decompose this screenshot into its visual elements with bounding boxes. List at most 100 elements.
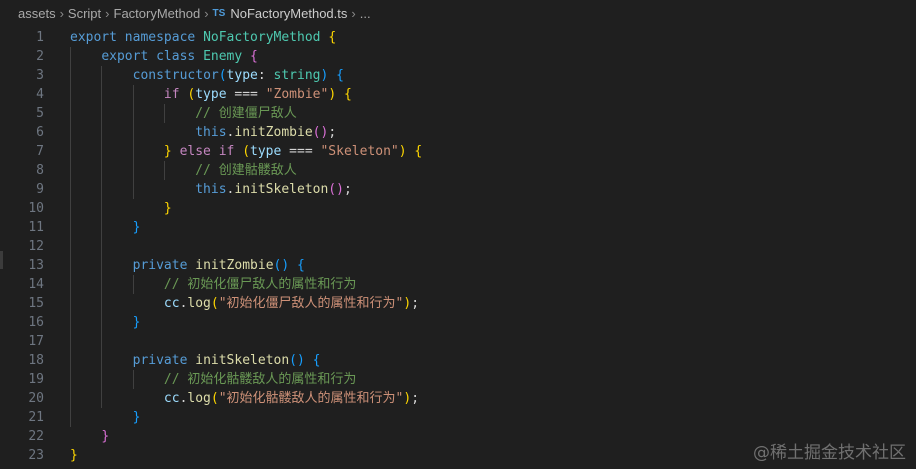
code-line[interactable]: 1 export namespace NoFactoryMethod { xyxy=(0,28,916,47)
code-token: === xyxy=(226,87,266,102)
code-token: initSkeleton xyxy=(195,353,290,368)
code-line[interactable]: 12 xyxy=(0,237,916,256)
code-line[interactable]: 17 xyxy=(0,332,916,351)
indent-guide xyxy=(132,85,134,199)
code-token: } xyxy=(132,220,141,235)
code-token: { xyxy=(297,258,305,273)
line-number: 20 xyxy=(28,391,44,406)
code-token: initZombie xyxy=(234,125,313,140)
code-line[interactable]: 7 } else if (type === "Skeleton") { xyxy=(0,142,916,161)
code-line[interactable]: 4 if (type === "Zombie") { xyxy=(0,85,916,104)
breadcrumb-item-script[interactable]: Script xyxy=(68,6,101,21)
code-token: "Zombie" xyxy=(265,87,329,102)
code-token: "Skeleton" xyxy=(320,144,399,159)
code-editor[interactable]: 1 export namespace NoFactoryMethod {2 exp… xyxy=(0,27,916,469)
code-token: type xyxy=(195,87,227,102)
code-token: NoFactoryMethod xyxy=(203,30,321,45)
code-token: initZombie xyxy=(195,258,274,273)
code-token: "初始化僵尸敌人的属性和行为" xyxy=(218,296,404,311)
breadcrumb-item-factorymethod[interactable]: FactoryMethod xyxy=(114,6,201,21)
code-text: cc.log("初始化僵尸敌人的属性和行为"); xyxy=(70,294,419,313)
code-token: { xyxy=(336,68,344,83)
code-line[interactable]: 18 private initSkeleton() { xyxy=(0,351,916,370)
code-token: ) xyxy=(328,87,337,102)
code-text: } xyxy=(70,199,172,218)
code-line[interactable]: 9 this.initSkeleton(); xyxy=(0,180,916,199)
code-token: log xyxy=(187,391,211,406)
code-token: ( xyxy=(218,68,227,83)
code-token: } xyxy=(163,201,172,216)
code-text: } xyxy=(70,313,141,332)
chevron-right-icon: › xyxy=(351,6,356,21)
line-number: 10 xyxy=(28,201,44,216)
code-line[interactable]: 13 private initZombie() { xyxy=(0,256,916,275)
watermark: @稀土掘金技术社区 xyxy=(753,443,906,463)
code-line[interactable]: 19 // 初始化骷髅敌人的属性和行为 xyxy=(0,370,916,389)
code-token: } xyxy=(132,410,141,425)
code-token: constructor xyxy=(132,68,219,83)
code-token: { xyxy=(312,353,321,368)
code-token: ; xyxy=(328,125,337,140)
line-number: 22 xyxy=(28,429,44,444)
code-token: } xyxy=(163,144,172,159)
code-line[interactable]: 3 constructor(type: string) { xyxy=(0,66,916,85)
chevron-right-icon: › xyxy=(59,6,64,21)
code-line[interactable]: 15 cc.log("初始化僵尸敌人的属性和行为"); xyxy=(0,294,916,313)
line-number: 17 xyxy=(28,334,44,349)
code-token: class xyxy=(156,49,196,64)
code-text: // 初始化骷髅敌人的属性和行为 xyxy=(70,370,356,389)
code-token: ( xyxy=(242,144,251,159)
code-text: } xyxy=(70,218,141,237)
line-number: 15 xyxy=(28,296,44,311)
breadcrumb-item-file[interactable]: NoFactoryMethod.ts xyxy=(230,6,347,21)
code-text: } xyxy=(70,427,109,446)
breadcrumb-item-symbols[interactable]: ... xyxy=(360,6,371,21)
code-line[interactable]: 8 // 创建骷髅敌人 xyxy=(0,161,916,180)
code-line[interactable]: 11 } xyxy=(0,218,916,237)
code-line[interactable]: 5 // 创建僵尸敌人 xyxy=(0,104,916,123)
code-text: export class Enemy { xyxy=(70,47,258,66)
indent-guide xyxy=(163,161,165,180)
code-line[interactable]: 14 // 初始化僵尸敌人的属性和行为 xyxy=(0,275,916,294)
breadcrumb-item-assets[interactable]: assets xyxy=(18,6,56,21)
line-number: 8 xyxy=(36,163,44,178)
code-token: === xyxy=(281,144,321,159)
code-text: constructor(type: string) { xyxy=(70,66,344,85)
indent-guide xyxy=(132,370,134,389)
code-line[interactable]: 21 } xyxy=(0,408,916,427)
line-number: 19 xyxy=(28,372,44,387)
code-token: this xyxy=(195,125,227,140)
code-text: } xyxy=(70,446,78,465)
code-token: log xyxy=(187,296,211,311)
code-text: export namespace NoFactoryMethod { xyxy=(70,28,336,47)
indent-guide xyxy=(163,104,165,123)
code-text: cc.log("初始化骷髅敌人的属性和行为"); xyxy=(70,389,419,408)
code-line[interactable]: 20 cc.log("初始化骷髅敌人的属性和行为"); xyxy=(0,389,916,408)
code-line[interactable]: 16 } xyxy=(0,313,916,332)
code-token: this xyxy=(195,182,227,197)
code-text: this.initZombie(); xyxy=(70,123,336,142)
code-token: if xyxy=(163,87,180,102)
code-token: // 创建骷髅敌人 xyxy=(195,163,297,178)
code-token: } xyxy=(70,448,78,463)
code-line[interactable]: 10 } xyxy=(0,199,916,218)
code-text: if (type === "Zombie") { xyxy=(70,85,352,104)
line-number: 16 xyxy=(28,315,44,330)
code-token: ( xyxy=(210,391,219,406)
line-number: 6 xyxy=(36,125,44,140)
code-token: ; xyxy=(343,182,352,197)
code-token: () xyxy=(312,125,329,140)
indent-guide xyxy=(70,47,71,427)
code-token: { xyxy=(343,87,352,102)
code-line[interactable]: 2 export class Enemy { xyxy=(0,47,916,66)
code-text: // 创建僵尸敌人 xyxy=(70,104,296,123)
code-line[interactable]: 6 this.initZombie(); xyxy=(0,123,916,142)
